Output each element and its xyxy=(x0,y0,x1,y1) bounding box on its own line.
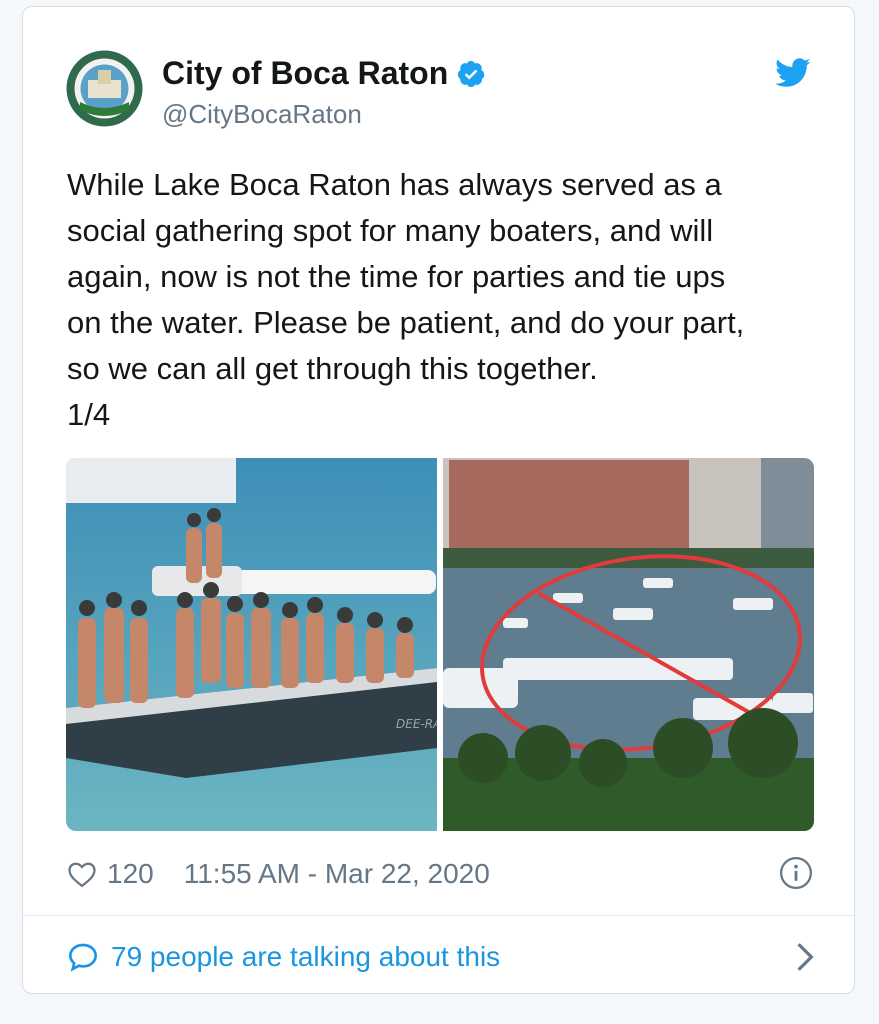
tweet-line: While Lake Boca Raton has always served … xyxy=(67,167,722,202)
info-icon[interactable] xyxy=(779,856,813,890)
verified-badge-icon xyxy=(458,60,485,87)
divider xyxy=(23,915,854,916)
timestamp[interactable]: 11:55 AM - Mar 22, 2020 xyxy=(184,858,490,890)
tweet-line: on the water. Please be patient, and do … xyxy=(67,305,745,340)
boaters-party-photo[interactable]: DEE-RAN xyxy=(66,458,437,831)
handle[interactable]: @CityBocaRaton xyxy=(162,99,362,130)
twitter-bird-icon[interactable] xyxy=(775,57,811,89)
tweet-text: While Lake Boca Raton has always served … xyxy=(67,162,827,438)
heart-icon[interactable] xyxy=(67,860,97,888)
display-name[interactable]: City of Boca Raton xyxy=(162,55,486,92)
boats-on-lake-photo[interactable] xyxy=(443,458,814,831)
tweet-line: social gathering spot for many boaters, … xyxy=(67,213,714,248)
conversation-link[interactable]: 79 people are talking about this xyxy=(67,939,815,975)
svg-text:DEE-RAN: DEE-RAN xyxy=(396,717,437,731)
tweet-meta: 120 11:55 AM - Mar 22, 2020 xyxy=(67,856,815,892)
tweet-line: so we can all get through this together. xyxy=(67,351,598,386)
display-name-text[interactable]: City of Boca Raton xyxy=(162,55,448,92)
speech-bubble-icon xyxy=(68,943,98,972)
tweet-media: DEE-RAN xyxy=(66,458,814,831)
chevron-right-icon[interactable] xyxy=(795,941,815,973)
tweet-line: 1/4 xyxy=(67,397,111,432)
tweet-card: City of Boca Raton @CityBocaRaton While … xyxy=(22,6,855,994)
like-count[interactable]: 120 xyxy=(107,858,154,890)
avatar[interactable] xyxy=(66,50,143,127)
boca-raton-seal-icon xyxy=(66,50,143,127)
conversation-text[interactable]: 79 people are talking about this xyxy=(111,941,500,973)
tweet-line: again, now is not the time for parties a… xyxy=(67,259,726,294)
